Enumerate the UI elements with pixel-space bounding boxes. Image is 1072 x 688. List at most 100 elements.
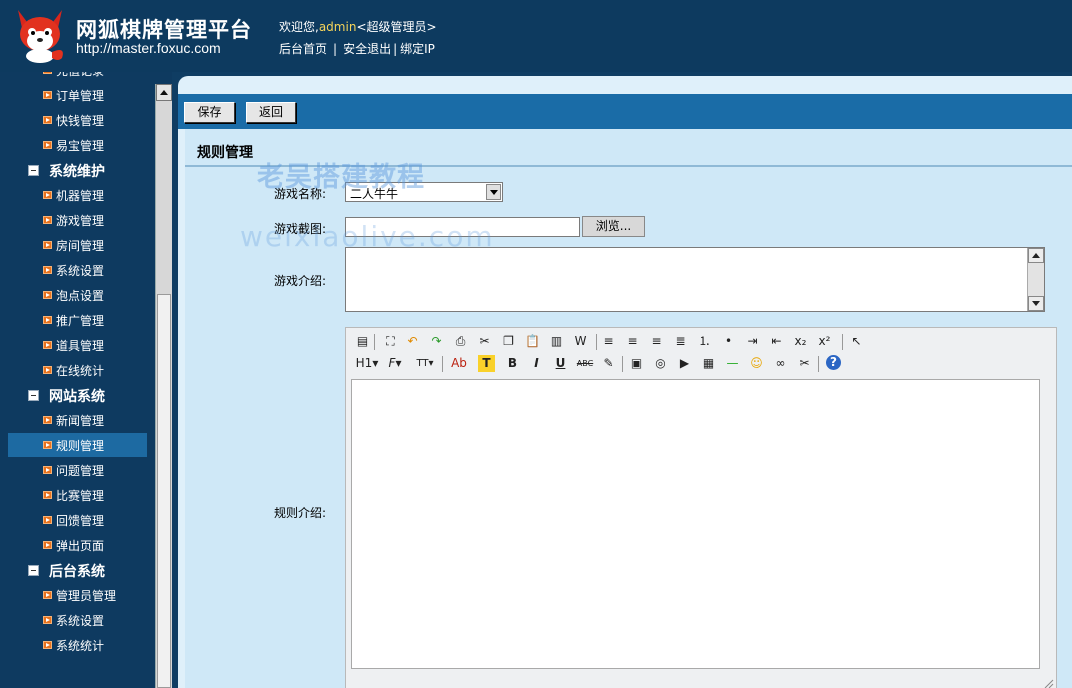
font-size-icon[interactable]: TT▾ — [412, 355, 438, 372]
bind-ip-link[interactable]: 绑定IP — [400, 42, 435, 56]
home-link[interactable]: 后台首页 — [279, 42, 327, 56]
sidebar-item[interactable]: 系统设置 — [8, 608, 147, 632]
collapse-icon[interactable] — [28, 565, 39, 576]
sidebar-group-admin-system[interactable]: 后台系统 — [28, 559, 158, 583]
link-icon[interactable]: ∞ — [772, 355, 789, 372]
sidebar-scrollbar[interactable] — [155, 84, 172, 688]
fullscreen-icon[interactable]: ⛶ — [382, 333, 399, 350]
chevron-down-icon[interactable] — [486, 184, 501, 200]
collapse-icon[interactable] — [28, 390, 39, 401]
sidebar-item-label: 房间管理 — [56, 239, 105, 253]
superscript-icon[interactable]: x² — [816, 333, 833, 350]
outdent-icon[interactable]: ⇤ — [768, 333, 785, 350]
scroll-down-arrow-icon[interactable] — [1028, 296, 1044, 311]
sidebar-item[interactable]: 易宝管理 — [8, 133, 147, 157]
action-toolbar: 保存 返回 — [178, 94, 1072, 129]
screenshot-file-input[interactable] — [345, 217, 580, 237]
game-intro-textarea[interactable] — [345, 247, 1045, 312]
format-painter-icon[interactable]: ✎ — [600, 355, 617, 372]
insert-media-icon[interactable]: ▶ — [676, 355, 693, 372]
italic-icon[interactable]: I — [528, 355, 545, 372]
logout-link[interactable]: 安全退出 — [343, 42, 391, 56]
indent-icon[interactable]: ⇥ — [744, 333, 761, 350]
print-icon[interactable]: ⎙ — [452, 333, 469, 350]
emoticon-icon[interactable]: ☺ — [748, 355, 765, 372]
sidebar-item[interactable]: 泡点设置 — [8, 283, 147, 307]
heading-icon[interactable]: H1▾ — [354, 355, 380, 372]
ordered-list-icon[interactable]: ⒈ — [696, 333, 713, 350]
sidebar-item[interactable]: 弹出页面 — [8, 533, 147, 557]
insert-hr-icon[interactable]: — — [724, 355, 741, 372]
sidebar-item-label: 推广管理 — [56, 314, 105, 328]
collapse-icon[interactable] — [28, 165, 39, 176]
source-icon[interactable]: ▤ — [354, 333, 371, 350]
copy-icon[interactable]: ❐ — [500, 333, 517, 350]
sidebar-group-website-system[interactable]: 网站系统 — [28, 384, 158, 408]
arrow-bullet-icon — [43, 91, 52, 99]
sidebar-item[interactable]: 在线统计 — [8, 358, 147, 382]
sidebar-item[interactable]: 系统统计 — [8, 633, 147, 657]
scroll-up-arrow-icon[interactable] — [1028, 248, 1044, 263]
justify-icon[interactable]: ≣ — [672, 333, 689, 350]
paste-icon[interactable]: 📋 — [524, 333, 541, 350]
sidebar-item[interactable]: 问题管理 — [8, 458, 147, 482]
save-button[interactable]: 保存 — [184, 102, 235, 123]
unlink-icon[interactable]: ✂ — [796, 355, 813, 372]
game-name-select[interactable]: 二人牛牛 — [345, 182, 503, 202]
cut-icon[interactable]: ✂ — [476, 333, 493, 350]
sidebar-item[interactable]: 比赛管理 — [8, 483, 147, 507]
sidebar-group-system-maintenance[interactable]: 系统维护 — [28, 159, 158, 183]
welcome-prefix: 欢迎您, — [279, 20, 319, 34]
font-family-icon[interactable]: F▾ — [384, 355, 406, 372]
toolbar-separator — [622, 356, 623, 372]
arrow-bullet-icon — [43, 441, 52, 449]
scroll-thumb[interactable] — [157, 294, 171, 688]
arrow-bullet-icon — [43, 266, 52, 274]
strikethrough-icon[interactable]: ABC — [574, 355, 596, 372]
undo-icon[interactable]: ↶ — [404, 333, 421, 350]
sidebar-item[interactable]: 推广管理 — [8, 308, 147, 332]
unordered-list-icon[interactable]: • — [720, 333, 737, 350]
align-left-icon[interactable]: ≡ — [600, 333, 617, 350]
game-name-value: 二人牛牛 — [350, 187, 399, 201]
fore-color-icon[interactable]: Ab — [448, 355, 470, 372]
resize-grip-icon[interactable] — [1044, 679, 1054, 688]
align-center-icon[interactable]: ≡ — [624, 333, 641, 350]
scroll-up-button[interactable] — [156, 84, 172, 101]
sidebar-item[interactable]: 新闻管理 — [8, 408, 147, 432]
sidebar-item-label: 回馈管理 — [56, 514, 105, 528]
sidebar-item[interactable]: 房间管理 — [8, 233, 147, 257]
help-icon[interactable]: ? — [826, 355, 841, 370]
underline-icon[interactable]: U — [552, 355, 569, 372]
redo-icon[interactable]: ↷ — [428, 333, 445, 350]
back-color-icon[interactable]: T — [478, 355, 495, 372]
sidebar-item[interactable]: 快钱管理 — [8, 108, 147, 132]
sidebar-item[interactable]: 管理员管理 — [8, 583, 147, 607]
sidebar-item[interactable]: 订单管理 — [8, 83, 147, 107]
arrow-bullet-icon — [43, 141, 52, 149]
insert-image-icon[interactable]: ▣ — [628, 355, 645, 372]
sidebar-item[interactable]: 游戏管理 — [8, 208, 147, 232]
editor-content-area[interactable] — [351, 379, 1040, 669]
paste-word-icon[interactable]: W — [572, 333, 589, 350]
sidebar-item[interactable]: 充值记录 — [8, 72, 147, 82]
user-role: <超级管理员> — [356, 20, 437, 34]
insert-table-icon[interactable]: ▦ — [700, 355, 717, 372]
sidebar-item[interactable]: 道具管理 — [8, 333, 147, 357]
subscript-icon[interactable]: x₂ — [792, 333, 809, 350]
browse-button[interactable]: 浏览... — [582, 216, 645, 237]
sidebar-item-active[interactable]: 规则管理 — [8, 433, 147, 457]
align-right-icon[interactable]: ≡ — [648, 333, 665, 350]
back-button[interactable]: 返回 — [246, 102, 296, 123]
strike-label: ABC — [576, 359, 594, 368]
section-divider — [185, 165, 1072, 167]
select-all-icon[interactable]: ↖ — [848, 333, 865, 350]
sidebar-item[interactable]: 回馈管理 — [8, 508, 147, 532]
sidebar-item[interactable]: 机器管理 — [8, 183, 147, 207]
paste-text-icon[interactable]: ▥ — [548, 333, 565, 350]
bold-icon[interactable]: B — [504, 355, 521, 372]
insert-flash-icon[interactable]: ◎ — [652, 355, 669, 372]
textarea-scrollbar[interactable] — [1027, 248, 1044, 311]
sidebar-item[interactable]: 系统设置 — [8, 258, 147, 282]
sidebar-item-label: 弹出页面 — [56, 539, 105, 553]
